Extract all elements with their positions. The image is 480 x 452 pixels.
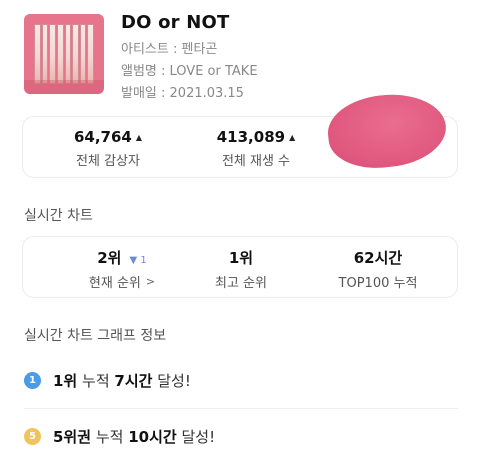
rank-change-value: 1	[140, 255, 147, 266]
artist-line[interactable]: 아티스트 : 펜타곤	[121, 38, 217, 57]
top100-hours-label: TOP100 누적	[338, 276, 418, 291]
triangle-up-icon: ▲	[289, 132, 296, 142]
achievement-suffix: 달성!	[157, 372, 191, 390]
album-cover-illustration	[34, 24, 94, 84]
divider	[24, 408, 458, 409]
achievement-hours: 10시간	[128, 428, 177, 446]
best-rank-value: 1위	[228, 249, 254, 267]
total-listeners-value: 64,764	[73, 128, 132, 146]
achievement-rank: 5위권	[53, 428, 92, 446]
redaction-blob	[324, 89, 450, 173]
current-rank-value: 2위	[97, 249, 122, 267]
achievement-item: 5 5위권 누적 10시간 달성!	[24, 426, 215, 447]
achievement-middle: 누적	[82, 372, 110, 390]
total-listeners-label: 전체 감상자	[76, 154, 140, 169]
album-art[interactable]	[24, 14, 104, 94]
achievement-rank: 1위	[53, 372, 78, 390]
top100-hours-value: 62시간	[353, 249, 403, 267]
rank-change: ▼ 1	[129, 255, 147, 266]
current-rank-label: 현재 순위	[88, 276, 141, 291]
achievement-hours: 7시간	[114, 372, 153, 390]
best-rank-column: 1위 최고 순위	[196, 247, 286, 291]
stats-card: 64,764 ▲ 전체 감상자 413,089 ▲ 전체 재생 수	[22, 89, 458, 178]
achievement-item: 1 1위 누적 7시간 달성!	[24, 370, 191, 391]
best-rank-label: 최고 순위	[215, 276, 267, 291]
song-title: DO or NOT	[121, 12, 230, 33]
release-date-line: 발매일 : 2021.03.15	[121, 86, 244, 101]
top100-hours-column: 62시간 TOP100 누적	[323, 247, 433, 291]
rank-badge-icon: 5	[24, 428, 41, 445]
achievement-middle: 누적	[95, 428, 124, 446]
achievement-suffix: 달성!	[181, 428, 216, 446]
realtime-chart-card: 2위 ▼ 1 현재 순위 > 1위 최고 순위 62시간 TOP100 누적	[22, 236, 458, 298]
current-rank-column[interactable]: 2위 ▼ 1 현재 순위 >	[67, 247, 177, 291]
chart-graph-info-title: 실시간 차트 그래프 정보	[24, 328, 167, 344]
total-plays-label: 전체 재생 수	[221, 154, 291, 169]
rank-badge-icon: 1	[24, 372, 41, 389]
total-listeners-stat: 64,764 ▲ 전체 감상자	[63, 127, 153, 169]
realtime-chart-title: 실시간 차트	[24, 208, 93, 224]
triangle-up-icon: ▲	[135, 132, 143, 142]
chevron-right-icon: >	[145, 275, 156, 288]
total-plays-value: 413,089	[216, 128, 286, 146]
album-line[interactable]: 앨범명 : LOVE or TAKE	[121, 60, 258, 79]
total-plays-stat: 413,089 ▲ 전체 재생 수	[201, 127, 311, 169]
